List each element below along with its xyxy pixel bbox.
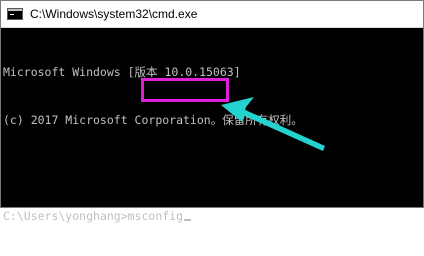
pointer-arrow-icon — [221, 97, 325, 151]
cmd-window: C:\Windows\system32\cmd.exe Microsoft Wi… — [0, 0, 424, 223]
command-line[interactable]: C:\Users\yonghang>msconfig — [3, 208, 421, 224]
prompt-text: C:\Users\yonghang> — [3, 209, 128, 223]
command-text: msconfig — [127, 209, 184, 223]
text-cursor — [184, 219, 192, 221]
arrow-shaft — [238, 108, 325, 151]
arrow-head — [221, 97, 254, 122]
